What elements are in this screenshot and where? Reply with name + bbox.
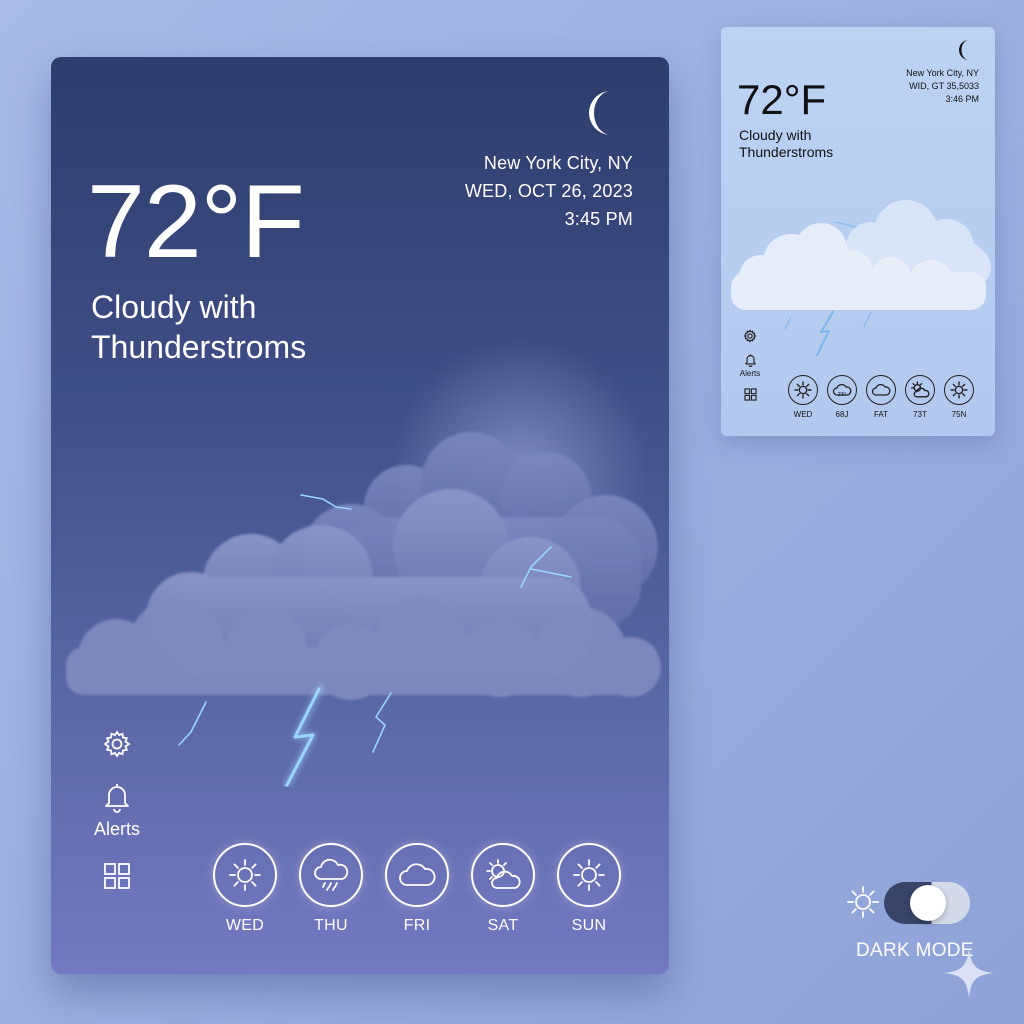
current-condition: Cloudy with Thunderstroms [91, 289, 307, 365]
alerts-button[interactable]: Alerts [737, 353, 763, 378]
forecast-day-label: WED [793, 410, 813, 419]
sun-icon [794, 381, 812, 399]
settings-button[interactable] [91, 729, 143, 759]
partly-cloudy-icon [910, 381, 930, 398]
time-text: 3:45 PM [564, 209, 633, 229]
forecast-day-label: SAT [487, 917, 519, 934]
forecast-icon-circle [471, 843, 535, 907]
partly-cloudy-icon [486, 859, 521, 889]
grid-menu-button[interactable] [91, 862, 143, 890]
grid-menu-button[interactable] [737, 388, 763, 401]
forecast-day-label: FRI [403, 917, 431, 934]
forecast-day-item[interactable]: 75N [944, 375, 974, 419]
forecast-day-label: 75N [951, 410, 967, 419]
gear-icon [103, 730, 131, 758]
forecast-day-label: 68J [835, 410, 849, 419]
moon-icon [589, 91, 611, 135]
date-text: WID, GT 35,5033 [909, 81, 979, 91]
forecast-temp-badge: 2'5° [837, 392, 847, 398]
current-temperature: 72°F [87, 164, 305, 280]
forecast-day-label: THU [314, 917, 348, 934]
alerts-label: Alerts [93, 819, 140, 839]
forecast-day-item[interactable]: FAT [866, 375, 896, 419]
forecast-day-label: WED [225, 917, 265, 934]
cloud-icon [399, 863, 436, 886]
dark-mode-toggle[interactable] [884, 882, 970, 924]
time-text: 3:46 PM [945, 94, 979, 104]
forecast-day-label: 73T [913, 410, 927, 419]
sun-icon [950, 381, 968, 399]
forecast-day-sun[interactable]: SUN [557, 843, 621, 935]
sun-icon [573, 859, 605, 891]
forecast-day-item[interactable]: 73T [905, 375, 935, 419]
date-text: WED, OCT 26, 2023 [464, 181, 633, 201]
sparkle-icon [944, 948, 994, 998]
forecast-icon-circle [213, 843, 277, 907]
forecast-row: WED THU FRI SAT SUN [213, 843, 621, 935]
forecast-day-wed[interactable]: WED [213, 843, 277, 935]
weather-card-light-preview[interactable]: New York City, NY WID, GT 35,5033 3:46 P… [721, 27, 995, 436]
forecast-icon-circle [944, 375, 974, 405]
forecast-row: WED 2'5° 68J FAT 73T 75N [788, 375, 974, 419]
bell-icon [744, 354, 756, 367]
location-datetime: New York City, NY WED, OCT 26, 2023 3:45… [465, 149, 633, 233]
gear-icon [743, 329, 757, 343]
forecast-icon-circle [788, 375, 818, 405]
forecast-day-fri[interactable]: FRI [385, 843, 449, 935]
forecast-icon-circle: 2'5° [827, 375, 857, 405]
forecast-day-item[interactable]: WED [788, 375, 818, 419]
side-navigation: Alerts [91, 729, 143, 912]
forecast-icon-circle [905, 375, 935, 405]
alerts-button[interactable]: Alerts [91, 781, 143, 840]
current-temperature: 72°F [737, 76, 827, 123]
forecast-icon-circle [299, 843, 363, 907]
forecast-icon-circle [557, 843, 621, 907]
location-datetime: New York City, NY WID, GT 35,5033 3:46 P… [906, 67, 979, 106]
bell-icon [105, 784, 129, 813]
forecast-day-sat[interactable]: SAT [471, 843, 535, 935]
cloud-icon [871, 383, 891, 396]
grid-icon [743, 388, 757, 401]
location-text: New York City, NY [483, 153, 633, 173]
location-text: New York City, NY [906, 68, 979, 78]
rain-cloud-icon [314, 858, 349, 891]
forecast-day-label: SUN [571, 917, 607, 934]
sun-icon [847, 886, 879, 918]
forecast-icon-circle [866, 375, 896, 405]
grid-icon [104, 863, 130, 889]
forecast-day-thu[interactable]: THU [299, 843, 363, 935]
settings-button[interactable] [737, 329, 763, 343]
current-condition: Cloudy with Thunderstroms [739, 127, 834, 160]
forecast-day-item[interactable]: 2'5° 68J [827, 375, 857, 419]
alerts-label: Alerts [739, 369, 761, 378]
storm-cloud-illustration [66, 432, 661, 787]
side-navigation: Alerts [737, 329, 763, 411]
forecast-day-label: FAT [873, 410, 889, 419]
forecast-icon-circle [385, 843, 449, 907]
toggle-knob[interactable] [910, 885, 946, 921]
weather-card-dark: New York City, NY WED, OCT 26, 2023 3:45… [51, 57, 669, 974]
moon-icon [959, 40, 969, 60]
sun-icon [229, 859, 261, 891]
